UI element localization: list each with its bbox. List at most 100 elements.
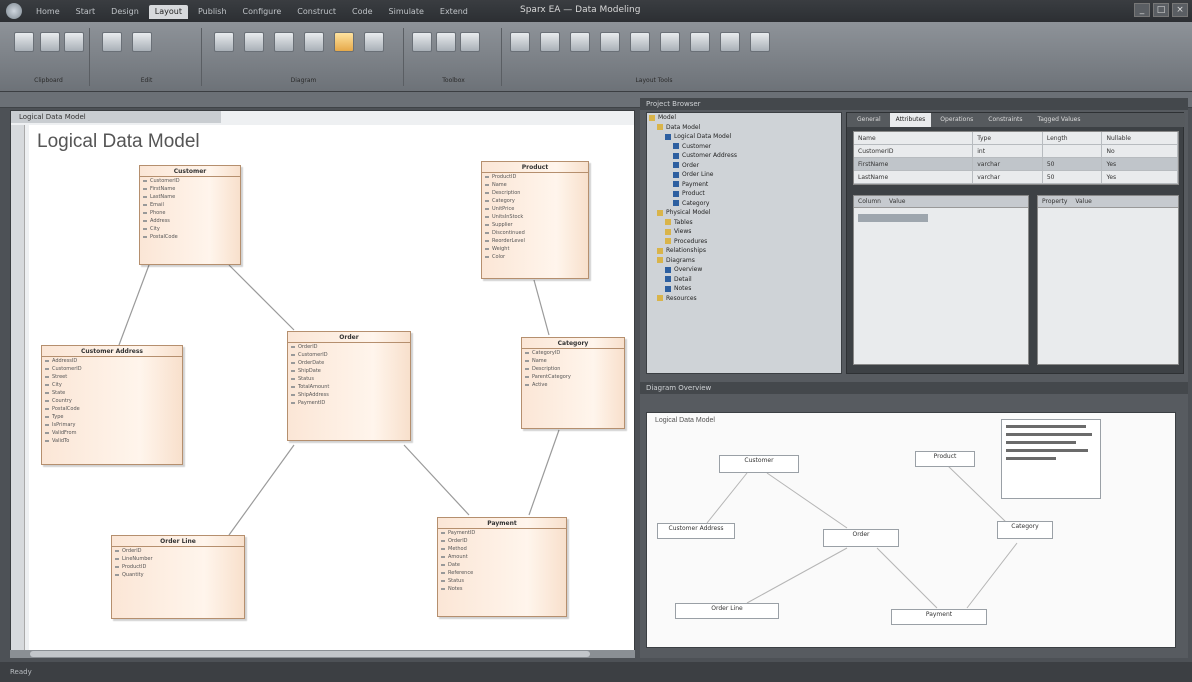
tree-item[interactable]: Diagrams [647, 256, 841, 266]
column-header[interactable]: Value [1075, 196, 1099, 207]
layout-icon[interactable] [750, 32, 770, 52]
entity-box[interactable]: Category CategoryID Name Description Par… [521, 337, 625, 429]
tree-item[interactable]: Procedures [647, 237, 841, 247]
tree-item[interactable]: Data Model [647, 123, 841, 133]
column-header[interactable]: Value [889, 196, 913, 207]
column-header[interactable]: Column [858, 196, 889, 207]
column-header[interactable]: Nullable [1102, 132, 1178, 144]
overview-entity[interactable]: Order [823, 529, 899, 547]
layout-icon[interactable] [690, 32, 710, 52]
layout-icon[interactable] [570, 32, 590, 52]
layout-icon[interactable] [540, 32, 560, 52]
align-left-icon[interactable] [244, 32, 264, 52]
tree-item[interactable]: Relationships [647, 246, 841, 256]
redo-icon[interactable] [132, 32, 152, 52]
tree-item[interactable]: Category [647, 199, 841, 209]
layout-icon[interactable] [660, 32, 680, 52]
table-row[interactable]: LastName varchar 50 Yes [854, 171, 1178, 184]
horizontal-scrollbar[interactable] [10, 650, 635, 658]
overview-entity[interactable]: Payment [891, 609, 987, 625]
overview-note[interactable] [1001, 419, 1101, 499]
tab-code[interactable]: Code [346, 5, 378, 19]
layout-icon[interactable] [510, 32, 530, 52]
tree-item[interactable]: Customer Address [647, 151, 841, 161]
tab-layout[interactable]: Layout [148, 5, 188, 19]
layout-icon[interactable] [630, 32, 650, 52]
close-button[interactable]: × [1172, 3, 1188, 17]
copy-icon[interactable] [64, 32, 84, 52]
tab-home[interactable]: Home [30, 5, 66, 19]
tree-item[interactable]: Model [647, 113, 841, 123]
overview-entity[interactable]: Order Line [675, 603, 779, 619]
table-row[interactable]: FirstName varchar 50 Yes [854, 158, 1178, 171]
detail-grid-right[interactable]: Property Value [1037, 195, 1179, 365]
vertical-ruler [11, 125, 25, 655]
diagram-icon[interactable] [214, 32, 234, 52]
column-header[interactable]: Name [854, 132, 974, 144]
project-browser-tree[interactable]: Model Data Model Logical Data Model Cust… [646, 112, 842, 374]
tree-item[interactable]: Payment [647, 180, 841, 190]
tab-extend[interactable]: Extend [434, 5, 474, 19]
tree-item[interactable]: Tables [647, 218, 841, 228]
overview-entity[interactable]: Customer Address [657, 523, 735, 539]
table-row[interactable]: CustomerID int No [854, 145, 1178, 158]
app-menu-icon[interactable] [6, 3, 22, 19]
tree-item[interactable]: Physical Model [647, 208, 841, 218]
tab-configure[interactable]: Configure [237, 5, 288, 19]
column-header[interactable]: Property [1042, 196, 1075, 207]
scrollbar-thumb[interactable] [30, 651, 590, 657]
paste-icon[interactable] [14, 32, 34, 52]
tree-item[interactable]: Customer [647, 142, 841, 152]
shape-icon[interactable] [436, 32, 456, 52]
tab-design[interactable]: Design [105, 5, 145, 19]
entity-box[interactable]: Order OrderID CustomerID OrderDate ShipD… [287, 331, 411, 441]
minimize-button[interactable]: _ [1134, 3, 1150, 17]
overview-entity[interactable]: Category [997, 521, 1053, 539]
entity-box[interactable]: Customer CustomerID FirstName LastName E… [139, 165, 241, 265]
align-center-icon[interactable] [274, 32, 294, 52]
tree-item[interactable]: Views [647, 227, 841, 237]
tab-operations[interactable]: Operations [934, 113, 979, 127]
connector-icon[interactable] [460, 32, 480, 52]
tab-attributes[interactable]: Attributes [889, 113, 932, 127]
diagram-overview[interactable]: Logical Data Model Customer Product Cust… [646, 412, 1176, 648]
selected-row[interactable] [858, 214, 928, 222]
tree-item[interactable]: Logical Data Model [647, 132, 841, 142]
column-header[interactable]: Type [973, 132, 1043, 144]
tab-construct[interactable]: Construct [291, 5, 342, 19]
entity-box[interactable]: Payment PaymentID OrderID Method Amount … [437, 517, 567, 617]
overview-entity[interactable]: Customer [719, 455, 799, 473]
tree-item[interactable]: Resources [647, 294, 841, 304]
layout-icon[interactable] [600, 32, 620, 52]
undo-icon[interactable] [102, 32, 122, 52]
tree-item[interactable]: Notes [647, 284, 841, 294]
overview-entity[interactable]: Product [915, 451, 975, 467]
maximize-button[interactable]: □ [1153, 3, 1169, 17]
entity-box[interactable]: Product ProductID Name Description Categ… [481, 161, 589, 279]
entity-box[interactable]: Order Line OrderID LineNumber ProductID … [111, 535, 245, 619]
tree-item[interactable]: Order Line [647, 170, 841, 180]
tree-item[interactable]: Overview [647, 265, 841, 275]
entity-attribute: Weight [482, 245, 588, 253]
note-line [1006, 457, 1056, 460]
tab-tagged-values[interactable]: Tagged Values [1032, 113, 1087, 127]
cut-icon[interactable] [40, 32, 60, 52]
tab-general[interactable]: General [851, 113, 887, 127]
layout-icon[interactable] [720, 32, 740, 52]
toolbox-icon[interactable] [412, 32, 432, 52]
tab-simulate[interactable]: Simulate [383, 5, 430, 19]
tree-item[interactable]: Detail [647, 275, 841, 285]
align-right-icon[interactable] [304, 32, 324, 52]
diagram-canvas[interactable]: Logical Data Model Customer CustomerID F… [29, 125, 634, 655]
tab-publish[interactable]: Publish [192, 5, 233, 19]
tree-item[interactable]: Product [647, 189, 841, 199]
tab-constraints[interactable]: Constraints [982, 113, 1028, 127]
entity-box[interactable]: Customer Address AddressID CustomerID St… [41, 345, 183, 465]
tab-start[interactable]: Start [70, 5, 102, 19]
detail-grid-left[interactable]: Column Value [853, 195, 1029, 365]
column-header[interactable]: Length [1043, 132, 1103, 144]
tree-item[interactable]: Order [647, 161, 841, 171]
distribute-icon[interactable] [364, 32, 384, 52]
document-tab[interactable]: Logical Data Model [11, 111, 221, 123]
highlight-icon[interactable] [334, 32, 354, 52]
